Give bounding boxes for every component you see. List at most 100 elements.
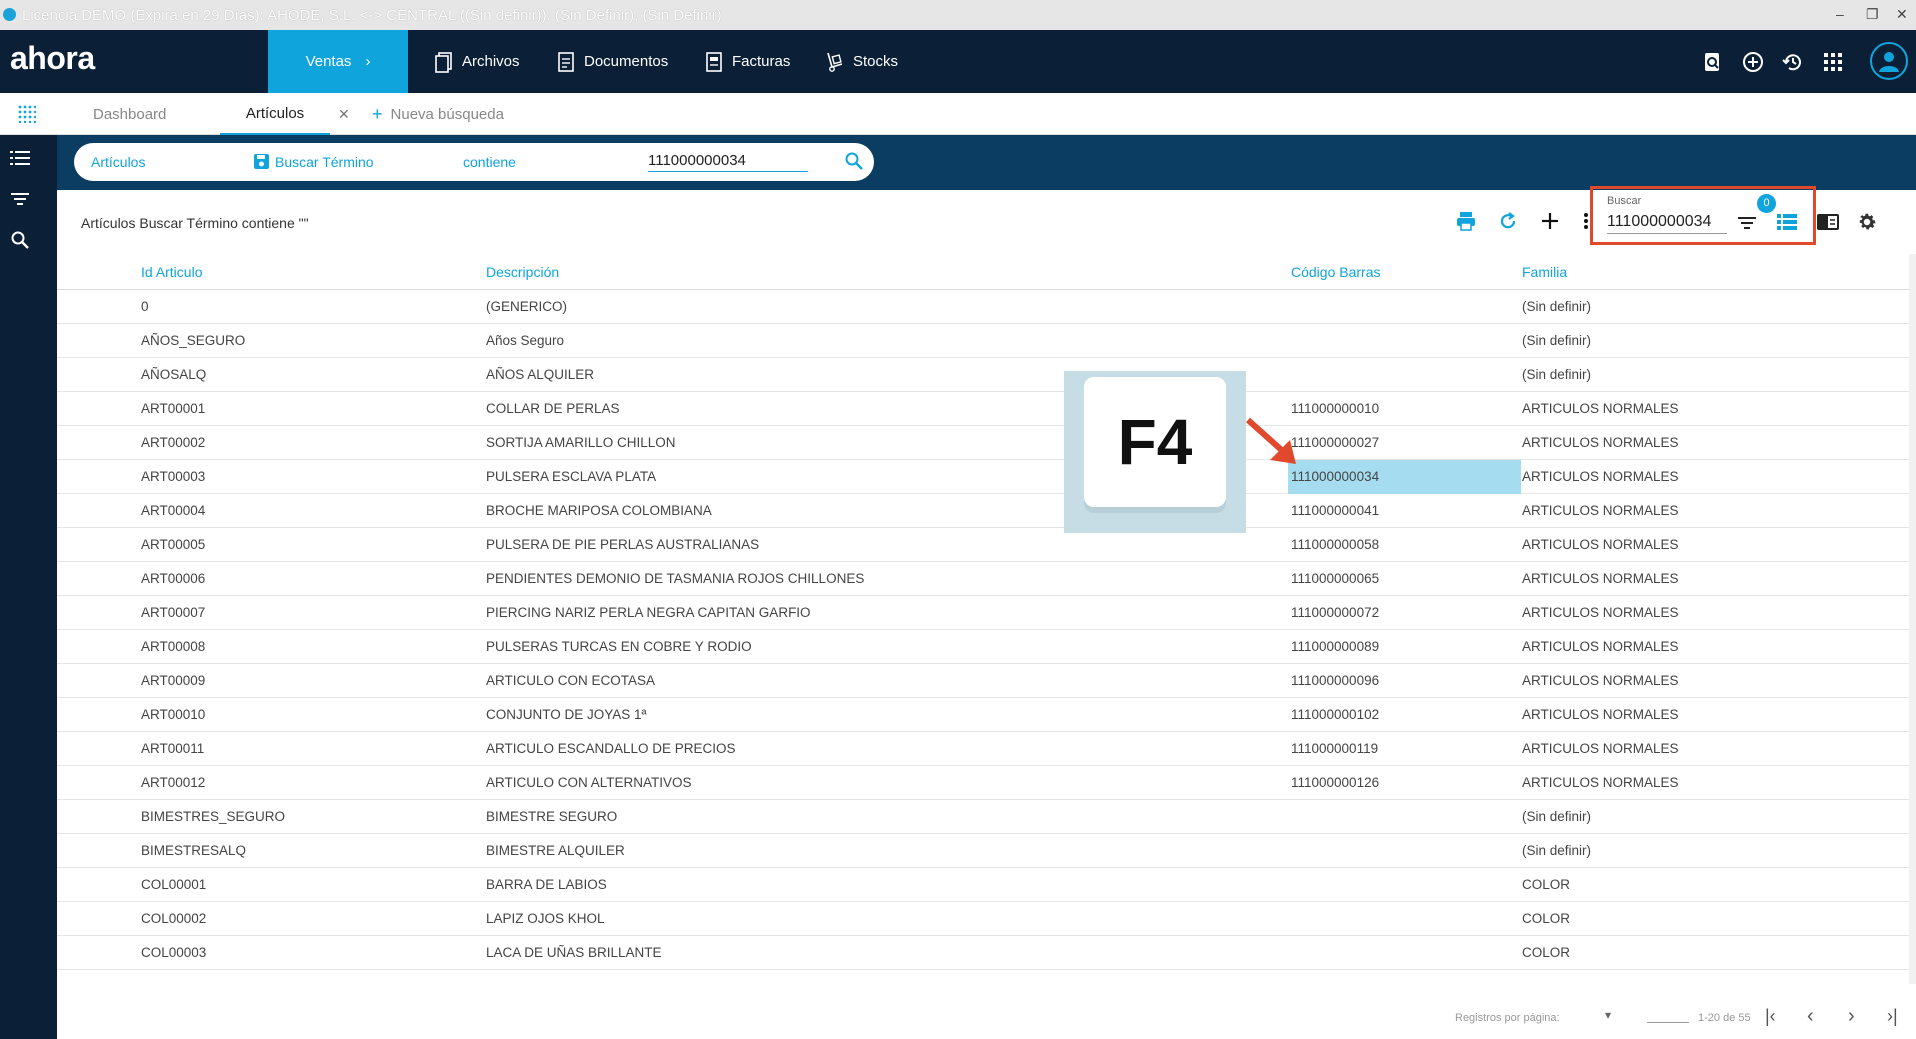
table-row[interactable]: ART00009 ARTICULO CON ECOTASA 111000000096… <box>57 664 1911 698</box>
restore-button[interactable]: ❐ <box>1866 6 1879 23</box>
first-page-icon[interactable]: |‹ <box>1765 1006 1776 1027</box>
nav-documentos[interactable]: Documentos <box>556 30 668 93</box>
table-row[interactable]: ART00005 PULSERA DE PIE PERLAS AUSTRALIAN… <box>57 528 1911 562</box>
filter-list-icon[interactable] <box>1737 213 1757 233</box>
arrow-annotation-icon <box>1245 417 1296 464</box>
close-window-button[interactable]: ✕ <box>1896 6 1908 23</box>
table-row[interactable]: COL00001 BARRA DE LABIOS COLOR <box>57 868 1911 902</box>
table-row[interactable]: BIMESTRES_SEGURO BIMESTRE SEGURO (Sin defi… <box>57 800 1911 834</box>
header-id-articulo[interactable]: Id Articulo <box>141 264 202 280</box>
vertical-scrollbar[interactable] <box>1909 254 1916 984</box>
table-row[interactable]: ART00006 PENDIENTES DEMONIO DE TASMANIA R… <box>57 562 1911 596</box>
doc-search-icon[interactable] <box>1701 50 1725 74</box>
cell-descripcion: ARTICULO CON ALTERNATIVOS <box>486 775 692 790</box>
cell-familia: ARTICULOS NORMALES <box>1522 537 1679 552</box>
nav-facturas[interactable]: Facturas <box>704 30 790 93</box>
left-sidebar <box>0 135 57 1039</box>
table-row[interactable]: ART00003 PULSERA ESCLAVA PLATA 11100000003… <box>57 460 1911 494</box>
cell-codigo-barras: 111000000027 <box>1291 435 1380 450</box>
history-icon[interactable] <box>1781 50 1805 74</box>
cell-id-articulo: ART00009 <box>141 673 206 688</box>
search-operator[interactable]: contiene <box>463 154 516 170</box>
search-submit-icon[interactable] <box>844 151 864 174</box>
save-icon[interactable] <box>254 154 269 172</box>
app-logo: ahora <box>10 40 95 76</box>
table-body: 0 (GENERICO) (Sin definir) AÑOS_SEGURO Años … <box>57 290 1911 970</box>
print-icon[interactable] <box>1455 210 1477 232</box>
prev-page-icon[interactable]: ‹ <box>1807 1005 1814 1028</box>
settings-gear-icon[interactable] <box>1856 211 1878 233</box>
search-entity[interactable]: Artículos <box>91 154 145 170</box>
list-view-icon[interactable] <box>1777 212 1797 232</box>
table-row[interactable]: ART00004 BROCHE MARIPOSA COLOMBIANA 111000… <box>57 494 1911 528</box>
cell-codigo-barras: 111000000102 <box>1291 707 1380 722</box>
cell-familia: (Sin definir) <box>1522 809 1592 824</box>
cell-codigo-barras: 111000000096 <box>1291 673 1380 688</box>
table-row[interactable]: COL00002 LAPIZ OJOS KHOL COLOR <box>57 902 1911 936</box>
cell-id-articulo: BIMESTRESALQ <box>141 843 247 858</box>
nav-archivos[interactable]: Archivos <box>434 30 520 93</box>
table-row[interactable]: AÑOS_SEGURO Años Seguro (Sin definir) <box>57 324 1911 358</box>
page-number-input[interactable] <box>1647 1022 1689 1023</box>
tab-dashboard[interactable]: Dashboard <box>93 93 166 135</box>
cell-codigo-barras: 111000000072 <box>1291 605 1380 620</box>
table-row[interactable]: ART00012 ARTICULO CON ALTERNATIVOS 1110000… <box>57 766 1911 800</box>
cell-descripcion: PENDIENTES DEMONIO DE TASMANIA ROJOS CHI… <box>486 571 865 586</box>
table-row[interactable]: ART00011 ARTICULO ESCANDALLO DE PRECIOS 11… <box>57 732 1911 766</box>
search-pill: Artículos Buscar Término contiene 111000… <box>74 143 874 181</box>
files-icon <box>435 51 452 73</box>
cell-descripcion: (GENERICO) <box>486 299 567 314</box>
cell-familia: (Sin definir) <box>1522 367 1592 382</box>
cell-descripcion: PULSERA ESCLAVA PLATA <box>486 469 657 484</box>
header-codigo-barras[interactable]: Código Barras <box>1291 264 1381 280</box>
cell-descripcion: BIMESTRE ALQUILER <box>486 843 625 858</box>
add-circle-icon[interactable] <box>1741 50 1765 74</box>
cell-familia: (Sin definir) <box>1522 843 1592 858</box>
search-value-input[interactable]: 111000000034 <box>648 152 808 172</box>
table-row[interactable]: 0 (GENERICO) (Sin definir) <box>57 290 1911 324</box>
table-row[interactable]: ART00010 CONJUNTO DE JOYAS 1ª 111000000102… <box>57 698 1911 732</box>
last-page-icon[interactable]: ›| <box>1887 1006 1898 1027</box>
next-page-icon[interactable]: › <box>1848 1005 1855 1028</box>
table-row[interactable]: ART00008 PULSERAS TURCAS EN COBRE Y RODIO… <box>57 630 1911 664</box>
rows-per-page-select[interactable]: ▾ <box>1605 1008 1611 1022</box>
close-tab-icon[interactable]: ✕ <box>338 93 350 135</box>
nav-documentos-label: Documentos <box>584 53 669 70</box>
cell-id-articulo: ART00004 <box>141 503 206 518</box>
search-field[interactable]: Buscar Término <box>275 154 374 170</box>
search-icon[interactable] <box>10 230 30 250</box>
table-row[interactable]: COL00003 LACA DE UÑAS BRILLANTE COLOR <box>57 936 1911 970</box>
minimize-button[interactable]: – <box>1836 6 1844 22</box>
add-icon[interactable] <box>1539 210 1561 232</box>
panel-toggle-icon[interactable] <box>1816 212 1840 232</box>
filter-icon[interactable] <box>10 189 30 209</box>
header-familia[interactable]: Familia <box>1522 264 1567 280</box>
nav-ventas-label: Ventas <box>305 53 352 70</box>
cell-id-articulo: AÑOSALQ <box>141 367 207 382</box>
list-icon[interactable] <box>10 148 30 168</box>
nav-ventas[interactable]: Ventas › <box>268 30 408 93</box>
table-row[interactable]: ART00007 PIERCING NARIZ PERLA NEGRA CAPIT… <box>57 596 1911 630</box>
new-search-tab[interactable]: + Nueva búsqueda <box>372 93 504 135</box>
cell-id-articulo: ART00006 <box>141 571 206 586</box>
table-row[interactable]: ART00002 SORTIJA AMARILLO CHILLON 11100000… <box>57 426 1911 460</box>
cell-descripcion: AÑOS ALQUILER <box>486 367 595 382</box>
table-row[interactable]: BIMESTRESALQ BIMESTRE ALQUILER (Sin defini… <box>57 834 1911 868</box>
table-row[interactable]: AÑOSALQ AÑOS ALQUILER (Sin definir) <box>57 358 1911 392</box>
window-title: Licencia DEMO (Expira en 29 Días): AHODE… <box>22 6 722 24</box>
user-avatar[interactable] <box>1870 42 1908 80</box>
apps-grid-icon[interactable] <box>1821 50 1845 74</box>
cell-descripcion: LACA DE UÑAS BRILLANTE <box>486 945 662 960</box>
tab-articulos[interactable]: Artículos <box>220 93 330 135</box>
cell-id-articulo: ART00002 <box>141 435 206 450</box>
refresh-icon[interactable] <box>1497 210 1519 232</box>
header-descripcion[interactable]: Descripción <box>486 264 559 280</box>
cell-familia: ARTICULOS NORMALES <box>1522 571 1679 586</box>
table-row[interactable]: ART00001 COLLAR DE PERLAS 111000000010 ARTI… <box>57 392 1911 426</box>
buscar-input[interactable]: 111000000034 <box>1607 213 1727 234</box>
user-icon <box>1879 52 1899 72</box>
cell-descripcion: BARRA DE LABIOS <box>486 877 607 892</box>
dots-grid-icon[interactable] <box>18 105 36 123</box>
hand-truck-icon <box>827 52 843 72</box>
nav-stocks[interactable]: Stocks <box>825 30 898 93</box>
